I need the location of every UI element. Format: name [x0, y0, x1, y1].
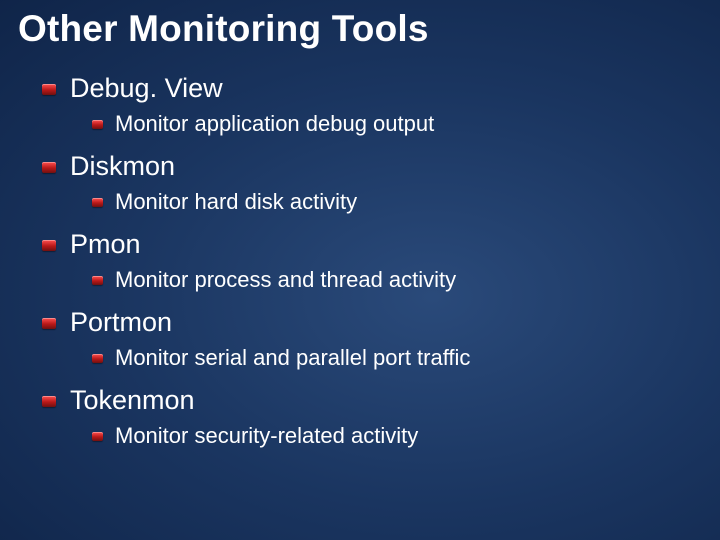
- tool-item: Debug. View: [42, 72, 702, 104]
- bullet-icon: [92, 276, 103, 285]
- tool-name: Debug. View: [70, 72, 702, 104]
- tool-name: Tokenmon: [70, 384, 702, 416]
- bullet-icon: [42, 84, 56, 95]
- bullet-icon: [92, 354, 103, 363]
- tool-desc: Monitor process and thread activity: [115, 266, 702, 294]
- slide-title: Other Monitoring Tools: [18, 8, 702, 50]
- bullet-icon: [92, 432, 103, 441]
- bullet-icon: [42, 396, 56, 407]
- slide: Other Monitoring Tools Debug. View Monit…: [0, 0, 720, 540]
- tool-desc: Monitor security-related activity: [115, 422, 702, 450]
- bullet-icon: [42, 240, 56, 251]
- tool-item: Pmon: [42, 228, 702, 260]
- tool-name: Diskmon: [70, 150, 702, 182]
- tool-desc-row: Monitor process and thread activity: [92, 266, 702, 294]
- tool-desc-row: Monitor hard disk activity: [92, 188, 702, 216]
- tool-item: Diskmon: [42, 150, 702, 182]
- tool-desc: Monitor hard disk activity: [115, 188, 702, 216]
- bullet-icon: [42, 162, 56, 173]
- tool-desc: Monitor serial and parallel port traffic: [115, 344, 702, 372]
- bullet-icon: [92, 198, 103, 207]
- tool-desc-row: Monitor serial and parallel port traffic: [92, 344, 702, 372]
- tool-item: Tokenmon: [42, 384, 702, 416]
- tool-desc-row: Monitor security-related activity: [92, 422, 702, 450]
- bullet-icon: [92, 120, 103, 129]
- bullet-icon: [42, 318, 56, 329]
- tool-desc: Monitor application debug output: [115, 110, 702, 138]
- tool-name: Portmon: [70, 306, 702, 338]
- tool-desc-row: Monitor application debug output: [92, 110, 702, 138]
- tool-item: Portmon: [42, 306, 702, 338]
- tool-name: Pmon: [70, 228, 702, 260]
